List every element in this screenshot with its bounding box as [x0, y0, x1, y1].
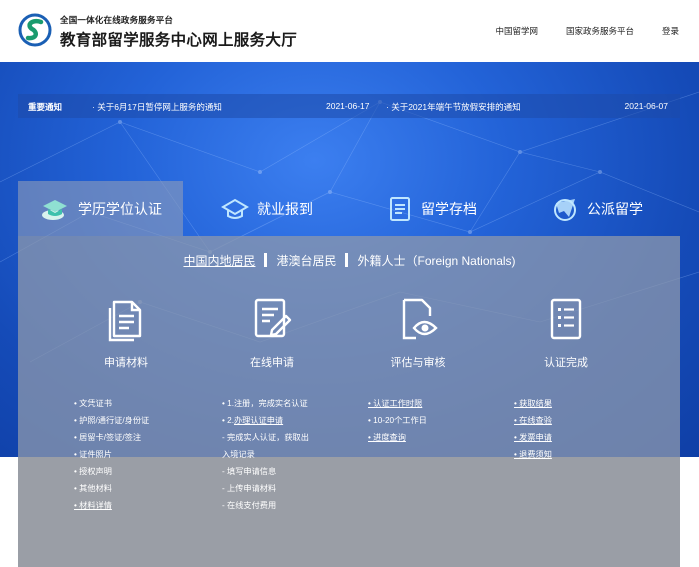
list-item: • 居留卡/签证/签注: [74, 433, 142, 442]
nav-link-gov-service[interactable]: 国家政务服务平台: [566, 25, 634, 37]
nav-link-china-study[interactable]: 中国留学网: [495, 25, 538, 37]
nav-link-login[interactable]: 登录: [662, 25, 679, 37]
list-item: • 证件照片: [74, 450, 112, 459]
tab-degree-verification[interactable]: 学历学位认证: [40, 193, 162, 225]
list-item: - 在线支付费用: [222, 501, 277, 510]
tab-label: 公派留学: [587, 201, 643, 217]
list-item: • 文凭证书: [74, 399, 112, 408]
work-time-limit-link[interactable]: • 认证工作时限: [368, 395, 427, 412]
residency-mainland[interactable]: 中国内地居民: [174, 252, 264, 269]
get-result-link[interactable]: • 获取结果: [514, 395, 552, 412]
invoice-apply-link[interactable]: • 发票申请: [514, 429, 552, 446]
step-label: 评估与审核: [390, 357, 446, 369]
site-header: 全国一体化在线政务服务平台 教育部留学服务中心网上服务大厅 中国留学网 国家政务…: [0, 0, 699, 62]
review-eye-icon: [402, 298, 438, 340]
materials-details-link[interactable]: • 材料详情: [74, 497, 149, 514]
graduation-cap-icon: [42, 200, 67, 220]
step-materials: 申请材料: [61, 296, 191, 370]
notice-date-1: 2021-06-17: [326, 101, 370, 111]
step-complete: 认证完成: [501, 296, 631, 370]
step-label: 申请材料: [104, 357, 148, 369]
step-online-apply: 在线申请: [207, 296, 337, 370]
list-item: • 其他材料: [74, 484, 112, 493]
review-list: • 认证工作时限 • 10-20个工作日 • 进度查询: [368, 395, 427, 446]
tab-employment-report[interactable]: 就业报到: [221, 193, 313, 225]
tab-public-study-abroad[interactable]: 公派留学: [551, 193, 643, 225]
apply-link[interactable]: • 2.办理认证申请: [222, 412, 309, 429]
residency-selector: 中国内地居民 港澳台居民 外籍人士（Foreign Nationals): [0, 252, 699, 269]
step-label: 在线申请: [250, 357, 294, 369]
apply-link-text[interactable]: 办理认证申请: [234, 416, 283, 425]
notice-bar: 重要通知 · 关于6月17日暂停网上服务的通知 2021-06-17 · 关于2…: [18, 94, 680, 118]
progress-query-link[interactable]: • 进度查询: [368, 429, 427, 446]
online-verify-link[interactable]: • 在线查验: [514, 412, 552, 429]
step-review: 评估与审核: [353, 296, 483, 370]
list-item: • 10-20个工作日: [368, 416, 427, 425]
notice-link-1[interactable]: · 关于6月17日暂停网上服务的通知: [92, 101, 222, 113]
residency-foreign[interactable]: 外籍人士（Foreign Nationals): [348, 252, 524, 269]
employment-cap-icon: [221, 198, 249, 219]
notice-link-2[interactable]: · 关于2021年端午节放假安排的通知: [386, 101, 521, 113]
edit-form-icon: [254, 298, 292, 338]
checklist-icon: [550, 298, 582, 340]
notice-tag: 重要通知: [28, 102, 63, 112]
refund-notice-link[interactable]: • 退费须知: [514, 446, 552, 463]
list-item: • 护照/通行证/身份证: [74, 416, 150, 425]
step-label: 认证完成: [544, 357, 588, 369]
list-item: - 完成实人认证，获取出: [222, 433, 309, 442]
tab-label: 就业报到: [257, 201, 313, 217]
list-item: • 授权声明: [74, 467, 112, 476]
apply-list: • 1.注册，完成实名认证 • 2.办理认证申请 - 完成实人认证，获取出 入境…: [222, 395, 309, 514]
residency-hk-macao-taiwan[interactable]: 港澳台居民: [267, 252, 345, 269]
materials-list: • 文凭证书 • 护照/通行证/身份证 • 居留卡/签证/签注 • 证件照片 •…: [74, 395, 149, 514]
airplane-globe-icon: [554, 199, 576, 221]
list-item: 入境记录: [222, 450, 255, 459]
platform-subtitle: 全国一体化在线政务服务平台: [60, 15, 174, 25]
tab-label: 学历学位认证: [78, 201, 162, 217]
tab-study-archive[interactable]: 留学存档: [387, 193, 477, 225]
list-item: • 2.: [222, 416, 234, 425]
document-stack-icon: [108, 300, 142, 342]
notice-date-2: 2021-06-07: [624, 101, 668, 111]
top-nav: 中国留学网 国家政务服务平台 登录: [495, 25, 679, 37]
list-item: • 1.注册，完成实名认证: [222, 399, 308, 408]
tab-label: 留学存档: [421, 201, 477, 217]
logo-icon[interactable]: [18, 13, 52, 47]
list-item: - 填写申请信息: [222, 467, 277, 476]
archive-document-icon: [390, 197, 410, 221]
list-item: - 上传申请材料: [222, 484, 277, 493]
site-title[interactable]: 教育部留学服务中心网上服务大厅: [60, 28, 297, 50]
complete-list: • 获取结果 • 在线查验 • 发票申请 • 退费须知: [514, 395, 552, 463]
